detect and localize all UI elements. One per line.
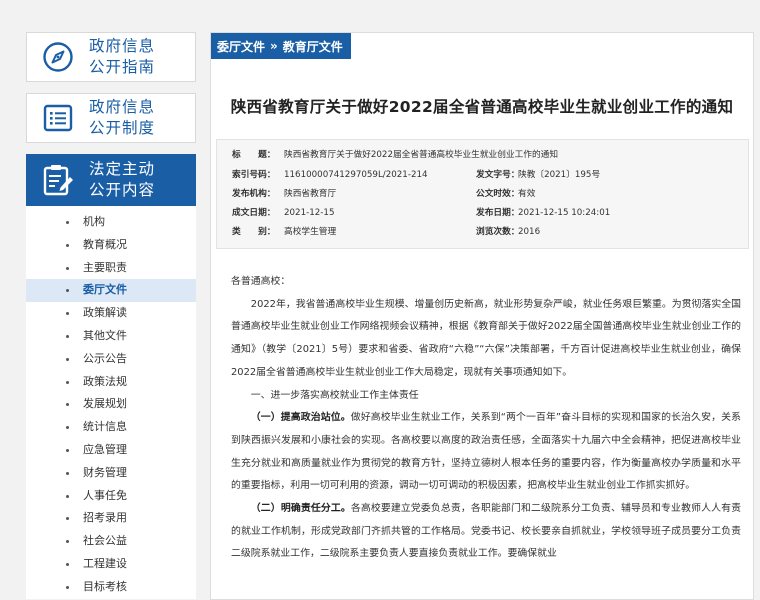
breadcrumb-link-1[interactable]: 委厅文件 bbox=[217, 38, 265, 55]
article-title: 陕西省教育厅关于做好2022届全省普通高校毕业生就业创业工作的通知 bbox=[230, 98, 734, 116]
meta-label: 浏览次数： bbox=[476, 227, 520, 237]
sidebar-card-guide[interactable]: 政府信息公开指南 bbox=[26, 32, 196, 82]
paragraph-text: 做好高校毕业生就业工作，关系到“两个一百年”奋斗目标的实现和国家的长治久安，关系… bbox=[231, 412, 741, 492]
paragraph-lead: （二）明确责任分工。 bbox=[250, 503, 351, 515]
meta-label: 发布机构： bbox=[232, 189, 276, 199]
compass-icon bbox=[27, 41, 89, 73]
meta-row: 索引号码： 11610000741297059L/2021-214 发文字号： … bbox=[217, 165, 748, 185]
greeting: 各普通高校： bbox=[231, 276, 291, 287]
sidebar-item[interactable]: 工程建设 bbox=[26, 553, 196, 576]
meta-row: 标 题： 陕西省教育厅关于做好2022届全省普通高校毕业生就业创业工作的通知 bbox=[217, 145, 748, 165]
meta-row: 成文日期： 2021-12-15 发布日期： 2021-12-15 10:24:… bbox=[217, 203, 748, 223]
list-icon bbox=[27, 102, 89, 134]
sidebar-list: 机构 教育概况 主要职责 委厅文件 政策解读 其他文件 公示公告 政策法规 发展… bbox=[26, 206, 196, 599]
meta-value: 2021-12-15 bbox=[284, 208, 335, 218]
meta-label: 类 别： bbox=[232, 227, 276, 237]
sidebar-item[interactable]: 应急管理 bbox=[26, 439, 196, 462]
article-body: 各普通高校： 2022年，我省普通高校毕业生规模、增量创历史新高，就业形势复杂严… bbox=[231, 271, 741, 566]
breadcrumb-link-2[interactable]: 教育厅文件 bbox=[283, 38, 343, 55]
paragraph: 2022年，我省普通高校毕业生规模、增量创历史新高，就业形势复杂严峻，就业任务艰… bbox=[231, 298, 741, 378]
meta-label: 成文日期： bbox=[232, 208, 276, 218]
sidebar-item[interactable]: 政策法规 bbox=[26, 371, 196, 394]
sidebar-item[interactable]: 机构 bbox=[26, 211, 196, 234]
sidebar-item[interactable]: 其他文件 bbox=[26, 325, 196, 348]
sidebar-item[interactable]: 主要职责 bbox=[26, 257, 196, 280]
section-heading: 一、进一步落实高校就业工作主体责任 bbox=[250, 389, 419, 401]
main-content: 委厅文件 » 教育厅文件 陕西省教育厅关于做好2022届全省普通高校毕业生就业创… bbox=[210, 32, 754, 600]
meta-value: 陕教〔2021〕195号 bbox=[518, 170, 601, 180]
meta-value: 高校学生管理 bbox=[284, 227, 337, 237]
sidebar-card-system[interactable]: 政府信息公开制度 bbox=[26, 93, 196, 143]
breadcrumb: 委厅文件 » 教育厅文件 bbox=[211, 33, 351, 59]
sidebar-item[interactable]: 发展规划 bbox=[26, 393, 196, 416]
meta-label: 索引号码： bbox=[232, 170, 276, 180]
meta-value: 陕西省教育厅关于做好2022届全省普通高校毕业生就业创业工作的通知 bbox=[284, 150, 559, 160]
sidebar-card-content[interactable]: 法定主动公开内容 bbox=[26, 154, 196, 206]
sidebar-item[interactable]: 政策解读 bbox=[26, 302, 196, 325]
sidebar-card-label: 法定主动公开内容 bbox=[89, 160, 156, 199]
meta-value: 2016 bbox=[518, 227, 541, 237]
meta-value: 陕西省教育厅 bbox=[284, 189, 337, 199]
meta-value: 有效 bbox=[518, 189, 536, 199]
meta-row: 发布机构： 陕西省教育厅 公文时效： 有效 bbox=[217, 184, 748, 204]
meta-label: 标 题： bbox=[232, 150, 276, 160]
paragraph: （二）明确责任分工。各高校要建立党委负总责，各职能部门和二级院系分工负责、辅导员… bbox=[231, 498, 741, 566]
paragraph-lead: （一）提高政治站位。 bbox=[250, 412, 351, 424]
sidebar-item[interactable]: 统计信息 bbox=[26, 416, 196, 439]
paragraph: （一）提高政治站位。做好高校毕业生就业工作，关系到“两个一百年”奋斗目标的实现和… bbox=[231, 407, 741, 498]
sidebar-item[interactable]: 公示公告 bbox=[26, 348, 196, 371]
sidebar-card-label: 政府信息公开指南 bbox=[89, 37, 156, 76]
sidebar-item-current[interactable]: 委厅文件 bbox=[26, 279, 196, 303]
page: 政府信息公开指南 政府信息公开制度 法定主动公开内容 机构 教育概况 主要职责 … bbox=[0, 0, 760, 600]
meta-row: 类 别： 高校学生管理 浏览次数： 2016 bbox=[217, 222, 748, 242]
metadata-table: 标 题： 陕西省教育厅关于做好2022届全省普通高校毕业生就业创业工作的通知 索… bbox=[216, 139, 749, 249]
meta-value: 11610000741297059L/2021-214 bbox=[284, 170, 428, 180]
sidebar-item[interactable]: 人事任免 bbox=[26, 485, 196, 508]
meta-label: 发布日期： bbox=[476, 208, 520, 218]
sidebar-item[interactable]: 目标考核 bbox=[26, 576, 196, 599]
meta-value: 2021-12-15 10:24:01 bbox=[518, 208, 611, 218]
clipboard-edit-icon bbox=[27, 163, 89, 197]
sidebar-item[interactable]: 社会公益 bbox=[26, 530, 196, 553]
sidebar-item[interactable]: 教育概况 bbox=[26, 234, 196, 257]
sidebar: 政府信息公开指南 政府信息公开制度 法定主动公开内容 机构 教育概况 主要职责 … bbox=[26, 32, 196, 599]
sidebar-item[interactable]: 财务管理 bbox=[26, 462, 196, 485]
sidebar-card-label: 政府信息公开制度 bbox=[89, 98, 156, 137]
meta-label: 发文字号： bbox=[476, 170, 520, 180]
meta-label: 公文时效： bbox=[476, 189, 520, 199]
breadcrumb-separator: » bbox=[270, 39, 278, 53]
sidebar-item[interactable]: 招考录用 bbox=[26, 507, 196, 530]
